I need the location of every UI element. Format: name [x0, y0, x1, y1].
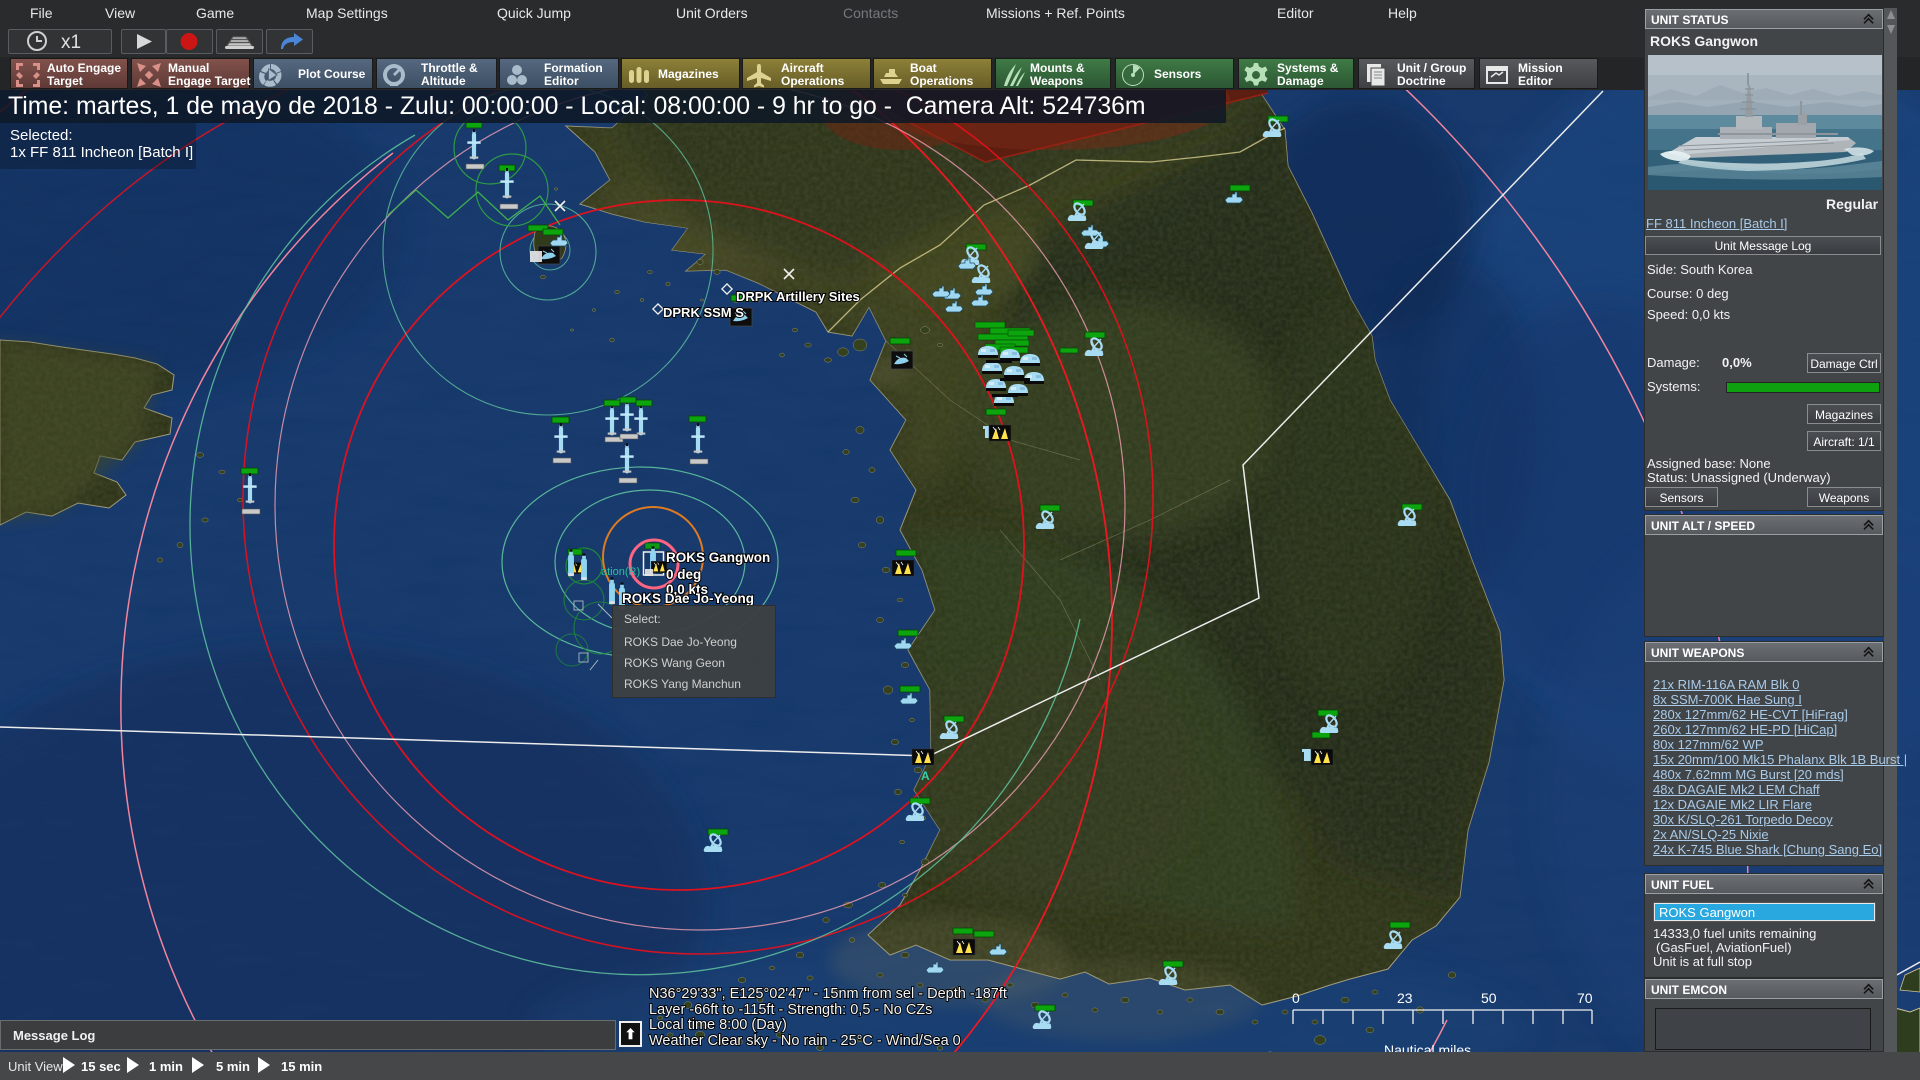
svg-text:ation(R): ation(R) — [601, 566, 640, 578]
svg-text:70: 70 — [1577, 990, 1593, 1006]
svg-text:0: 0 — [1292, 990, 1300, 1006]
svg-text:x1: x1 — [61, 32, 81, 53]
svg-text:Local time 8:00 (Day): Local time 8:00 (Day) — [649, 1017, 787, 1033]
svg-text:0 deg: 0 deg — [666, 567, 701, 582]
svg-text:N36°29'33", E125°02'47" - 15nm: N36°29'33", E125°02'47" - 15nm from sel … — [649, 986, 1007, 1002]
svg-text:DPRK SSM S: DPRK SSM S — [663, 305, 744, 320]
svg-text:ROKS Gangwon: ROKS Gangwon — [666, 550, 770, 565]
svg-text:Weather Clear sky - No rain -: Weather Clear sky - No rain - 25°C - Win… — [649, 1033, 961, 1049]
svg-text:DRPK Artillery Sites: DRPK Artillery Sites — [736, 289, 860, 304]
svg-text:A: A — [921, 769, 930, 783]
svg-text:50: 50 — [1481, 990, 1497, 1006]
svg-text:Layer -66ft to -115ft - Streng: Layer -66ft to -115ft - Strength: 0,5 - … — [649, 1002, 932, 1018]
svg-text:ROKS Dae Jo-Yeong: ROKS Dae Jo-Yeong — [622, 591, 754, 606]
svg-text:23: 23 — [1397, 990, 1413, 1006]
